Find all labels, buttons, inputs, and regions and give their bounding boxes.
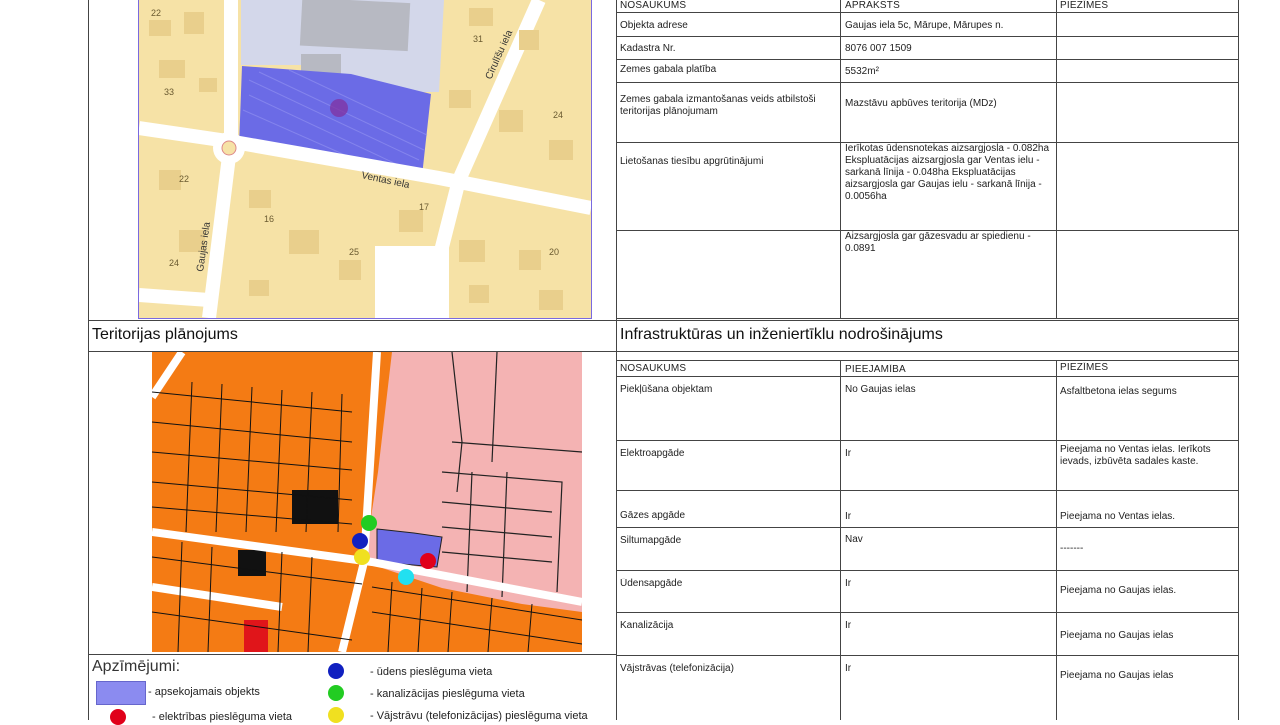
row-value: Mazstāvu apbūves teritorija (MDz)	[845, 98, 997, 109]
row-value: Gaujas iela 5c, Mārupe, Mārupes n.	[845, 20, 1004, 31]
row-label: Lietošanas tiesību apgrūtinājumi	[620, 156, 764, 167]
infra-row-availability: Ir	[845, 620, 852, 631]
water-dot-icon	[328, 663, 344, 679]
infra-row-label: Elektroapgāde	[620, 448, 685, 459]
infra-row-note: Pieejama no Gaujas ielas.	[1060, 585, 1177, 596]
legend-label: - kanalizācijas pieslēguma vieta	[370, 688, 525, 700]
infra-row-label: Kanalizācija	[620, 620, 674, 631]
infra-row-note: Pieejama no Gaujas ielas	[1060, 630, 1174, 641]
row-value: 5532m²	[845, 66, 879, 77]
infra-row-note: Pieejama no Ventas ielas. Ierīkots ievad…	[1060, 444, 1211, 467]
row-label: Objekta adrese	[620, 20, 688, 31]
infra-row-label: Gāzes apgāde	[620, 510, 686, 521]
row-label: Zemes gabala platība	[620, 64, 717, 75]
house-number: 24	[169, 258, 179, 268]
street-map: 22 33 31 24 22 16 25 17 20 24 Ventas iel…	[138, 0, 592, 319]
legend-label: - elektrības pieslēguma vieta	[152, 711, 293, 723]
house-number: 24	[553, 110, 563, 120]
legend-title: Apzīmējumi:	[92, 658, 181, 675]
infra-row-availability: No Gaujas ielas	[845, 384, 916, 395]
infra-row-note: Pieejama no Ventas ielas.	[1060, 511, 1176, 522]
sewer-connection-point	[361, 515, 377, 531]
row-label: Zemes gabala izmantošanas veids atbilsto…	[620, 94, 816, 117]
infra-row-note: Asfaltbetona ielas segums	[1060, 386, 1177, 397]
infra-row-label: Siltumapgāde	[620, 535, 682, 546]
infra-header-availability: PIEEJAMĪBA	[845, 364, 906, 375]
infra-header-notes: PIEZĪMES	[1060, 362, 1109, 373]
infra-row-availability: Ir	[845, 511, 852, 522]
row-value: Ierīkotas ūdensnotekas aizsargjosla - 0.…	[845, 143, 1050, 202]
infra-header-name: NOSAUKUMS	[620, 363, 687, 374]
infra-row-note: Pieejama no Gaujas ielas	[1060, 670, 1174, 681]
telecom-dot-icon	[328, 707, 344, 723]
row-label: Kadastra Nr.	[620, 43, 676, 54]
legend-label: - Vājstrāvu (telefonizācijas) pieslēguma…	[370, 710, 588, 722]
house-number: 20	[549, 247, 559, 257]
infra-row-availability: Nav	[845, 534, 863, 545]
infra-row-availability: Ir	[845, 663, 852, 674]
page-border-left	[88, 0, 89, 720]
infra-row-availability: Ir	[845, 448, 852, 459]
row-value: 8076 007 1509	[845, 43, 912, 54]
house-number: 22	[151, 8, 161, 18]
legend-label: - apsekojamais objekts	[148, 686, 260, 698]
legend: Apzīmējumi: - apsekojamais objekts - ele…	[90, 655, 614, 725]
house-number: 25	[349, 247, 359, 257]
row-value: Aizsargjosla gar gāzesvadu ar spiedienu …	[845, 231, 1031, 254]
electricity-connection-point	[420, 553, 436, 569]
planning-title: Teritorijas plānojums	[92, 326, 238, 343]
infrastructure-title: Infrastruktūras un inženiertīklu nodroši…	[620, 326, 943, 343]
object-legend-swatch	[96, 681, 146, 705]
page-border-right	[1238, 0, 1239, 720]
infra-row-label: Ūdensapgāde	[620, 578, 683, 589]
infra-row-label: Piekļūšana objektam	[620, 384, 713, 395]
section-divider-top	[88, 320, 1238, 321]
planning-map-svg	[152, 352, 582, 652]
infra-row-availability: Ir	[845, 578, 852, 589]
house-number: 33	[164, 87, 174, 97]
house-number: 16	[264, 214, 274, 224]
planning-map	[152, 352, 582, 652]
header-notes: PIEZĪMES	[1060, 0, 1109, 11]
infra-row-label: Vājstrāvas (telefonizācija)	[620, 663, 734, 674]
gas-connection-point	[398, 569, 414, 585]
header-name: NOSAUKUMS	[620, 0, 687, 11]
water-connection-point	[352, 533, 368, 549]
sewer-dot-icon	[328, 685, 344, 701]
telecom-connection-point	[354, 549, 370, 565]
house-number: 22	[179, 174, 189, 184]
infra-row-note: -------	[1060, 543, 1084, 554]
house-number: 17	[419, 202, 429, 212]
house-number: 31	[473, 34, 483, 44]
electricity-dot-icon	[110, 709, 126, 725]
legend-label: - ūdens pieslēguma vieta	[370, 666, 493, 678]
header-description: APRAKSTS	[845, 0, 900, 11]
